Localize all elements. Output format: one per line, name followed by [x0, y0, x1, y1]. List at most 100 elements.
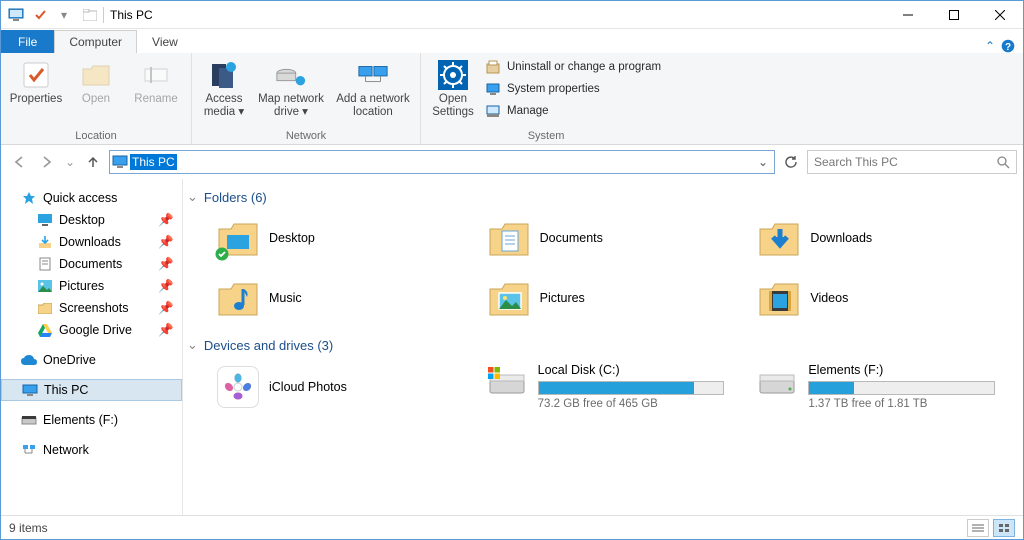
minimize-button[interactable]	[885, 1, 931, 29]
onedrive-icon	[21, 352, 37, 368]
properties-button[interactable]: Properties	[7, 55, 65, 106]
forward-button[interactable]	[35, 150, 59, 174]
details-view-button[interactable]	[967, 519, 989, 537]
local-disk-icon	[486, 363, 528, 399]
external-disk-icon	[756, 363, 798, 399]
tab-view[interactable]: View	[137, 30, 193, 53]
quick-access-toolbar: ▾	[1, 6, 79, 24]
uninstall-button[interactable]: Uninstall or change a program	[481, 57, 665, 77]
pin-icon: 📌	[158, 279, 174, 294]
ribbon-group-location: Properties Open Rename Location	[1, 53, 192, 144]
address-dropdown-icon[interactable]: ⌄	[754, 155, 772, 169]
network-icon	[21, 442, 37, 458]
open-button: Open	[67, 55, 125, 106]
folder-music[interactable]: Music	[211, 271, 474, 325]
folders-grid: Desktop Documents Downloads Music Pictur…	[187, 211, 1015, 325]
sidebar-item-desktop[interactable]: Desktop📌	[1, 209, 182, 231]
chevron-down-icon: ⌄	[187, 337, 198, 353]
ribbon-tabs: File Computer View ⌃ ?	[1, 29, 1023, 53]
drive-elements-f[interactable]: Elements (F:) 1.37 TB free of 1.81 TB	[752, 359, 1015, 414]
tab-computer[interactable]: Computer	[54, 30, 137, 53]
window-controls	[885, 1, 1023, 29]
system-properties-button[interactable]: System properties	[481, 79, 665, 99]
address-pc-icon	[112, 155, 128, 169]
folder-icon	[37, 300, 53, 316]
folder-icon	[83, 9, 97, 21]
manage-icon	[485, 103, 501, 119]
pin-icon: 📌	[158, 213, 174, 228]
sidebar-item-google-drive[interactable]: Google Drive📌	[1, 319, 182, 341]
sidebar-quick-access[interactable]: Quick access	[1, 187, 182, 209]
recent-locations-button[interactable]: ⌄	[63, 150, 77, 174]
sidebar-elements-drive[interactable]: Elements (F:)	[1, 409, 182, 431]
folder-desktop[interactable]: Desktop	[211, 211, 474, 265]
device-icloud-photos[interactable]: iCloud Photos	[211, 359, 474, 414]
ribbon: Properties Open Rename Location Access m…	[1, 53, 1023, 145]
item-count: 9 items	[9, 521, 48, 535]
help-icon[interactable]: ?	[1001, 39, 1015, 53]
sidebar-network[interactable]: Network	[1, 439, 182, 461]
up-button[interactable]	[81, 150, 105, 174]
window-title: This PC	[110, 8, 153, 22]
address-text: This PC	[130, 154, 177, 170]
sidebar-item-pictures[interactable]: Pictures📌	[1, 275, 182, 297]
svg-text:?: ?	[1005, 42, 1011, 53]
add-network-location-button[interactable]: Add a network location	[332, 55, 414, 119]
capacity-bar	[808, 381, 995, 395]
large-icons-view-button[interactable]	[993, 519, 1015, 537]
downloads-folder-icon	[758, 217, 800, 259]
system-properties-icon	[485, 81, 501, 97]
refresh-button[interactable]	[779, 150, 803, 174]
close-button[interactable]	[977, 1, 1023, 29]
pin-icon: 📌	[158, 257, 174, 272]
settings-icon	[437, 59, 469, 91]
capacity-fill	[809, 382, 853, 394]
documents-icon	[37, 256, 53, 272]
folder-downloads[interactable]: Downloads	[752, 211, 1015, 265]
rename-icon	[140, 59, 172, 91]
qat-properties-icon[interactable]	[31, 6, 49, 24]
map-drive-icon	[275, 59, 307, 91]
address-bar[interactable]: This PC ⌄	[109, 150, 775, 174]
videos-folder-icon	[758, 277, 800, 319]
tab-file[interactable]: File	[1, 30, 54, 53]
open-icon	[80, 59, 112, 91]
sidebar-onedrive[interactable]: OneDrive	[1, 349, 182, 371]
rename-button: Rename	[127, 55, 185, 106]
group-header-folders[interactable]: ⌄ Folders (6)	[187, 185, 1015, 211]
group-header-devices[interactable]: ⌄ Devices and drives (3)	[187, 333, 1015, 359]
pictures-folder-icon	[488, 277, 530, 319]
qat-dropdown-icon[interactable]: ▾	[55, 6, 73, 24]
drive-local-c[interactable]: Local Disk (C:) 73.2 GB free of 465 GB	[482, 359, 745, 414]
capacity-bar	[538, 381, 725, 395]
sidebar-this-pc[interactable]: This PC	[1, 379, 182, 401]
navigation-pane: Quick access Desktop📌 Downloads📌 Documen…	[1, 179, 183, 515]
add-network-icon	[357, 59, 389, 91]
sidebar-item-screenshots[interactable]: Screenshots📌	[1, 297, 182, 319]
open-settings-button[interactable]: Open Settings	[427, 55, 479, 119]
sidebar-item-downloads[interactable]: Downloads📌	[1, 231, 182, 253]
uninstall-icon	[485, 59, 501, 75]
collapse-ribbon-icon[interactable]: ⌃	[985, 39, 995, 53]
pictures-icon	[37, 278, 53, 294]
map-drive-button[interactable]: Map network drive ▾	[252, 55, 330, 119]
star-icon	[21, 190, 37, 206]
back-button[interactable]	[7, 150, 31, 174]
sidebar-item-documents[interactable]: Documents📌	[1, 253, 182, 275]
folder-documents[interactable]: Documents	[482, 211, 745, 265]
search-box[interactable]: Search This PC	[807, 150, 1017, 174]
pin-icon: 📌	[158, 301, 174, 316]
pin-icon: 📌	[158, 235, 174, 250]
folder-pictures[interactable]: Pictures	[482, 271, 745, 325]
search-placeholder: Search This PC	[814, 155, 997, 169]
access-media-button[interactable]: Access media ▾	[198, 55, 250, 119]
maximize-button[interactable]	[931, 1, 977, 29]
title-bar: ▾ This PC	[1, 1, 1023, 29]
content-pane[interactable]: ⌄ Folders (6) Desktop Documents Download…	[183, 179, 1023, 515]
pc-icon	[7, 6, 25, 24]
desktop-icon	[37, 212, 53, 228]
folder-videos[interactable]: Videos	[752, 271, 1015, 325]
pin-icon: 📌	[158, 323, 174, 338]
google-drive-icon	[37, 322, 53, 338]
manage-button[interactable]: Manage	[481, 101, 665, 121]
